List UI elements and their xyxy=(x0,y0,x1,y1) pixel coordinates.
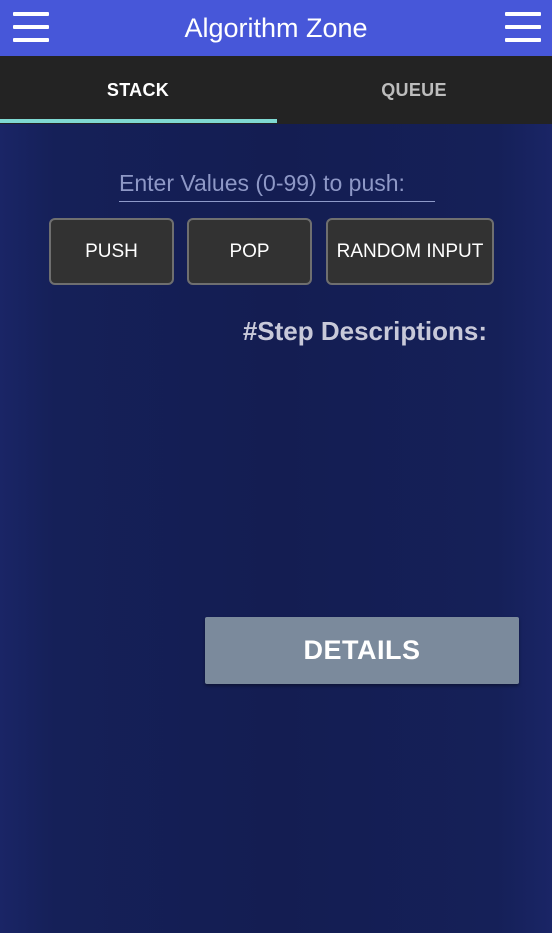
tab-bar: STACK QUEUE xyxy=(0,56,552,124)
app-bar: Algorithm Zone xyxy=(0,0,552,56)
push-button[interactable]: PUSH xyxy=(49,218,174,285)
menu-icon-bar xyxy=(13,38,49,42)
menu-icon-bar xyxy=(505,38,541,42)
pop-button[interactable]: POP xyxy=(187,218,312,285)
menu-icon-bar xyxy=(13,25,49,29)
random-input-button[interactable]: RANDOM INPUT xyxy=(326,218,494,285)
tab-stack[interactable]: STACK xyxy=(0,56,276,124)
app-title: Algorithm Zone xyxy=(184,13,368,43)
menu-icon-bar xyxy=(505,12,541,16)
menu-icon-bar xyxy=(13,12,49,16)
right-menu-icon[interactable] xyxy=(505,10,541,44)
details-button[interactable]: DETAILS xyxy=(205,617,519,684)
menu-icon-bar xyxy=(505,25,541,29)
tab-queue[interactable]: QUEUE xyxy=(276,56,552,124)
tab-selected-indicator xyxy=(0,119,277,123)
value-input[interactable] xyxy=(119,166,435,202)
left-menu-icon[interactable] xyxy=(13,10,49,44)
step-descriptions-heading: #Step Descriptions: xyxy=(242,316,487,346)
